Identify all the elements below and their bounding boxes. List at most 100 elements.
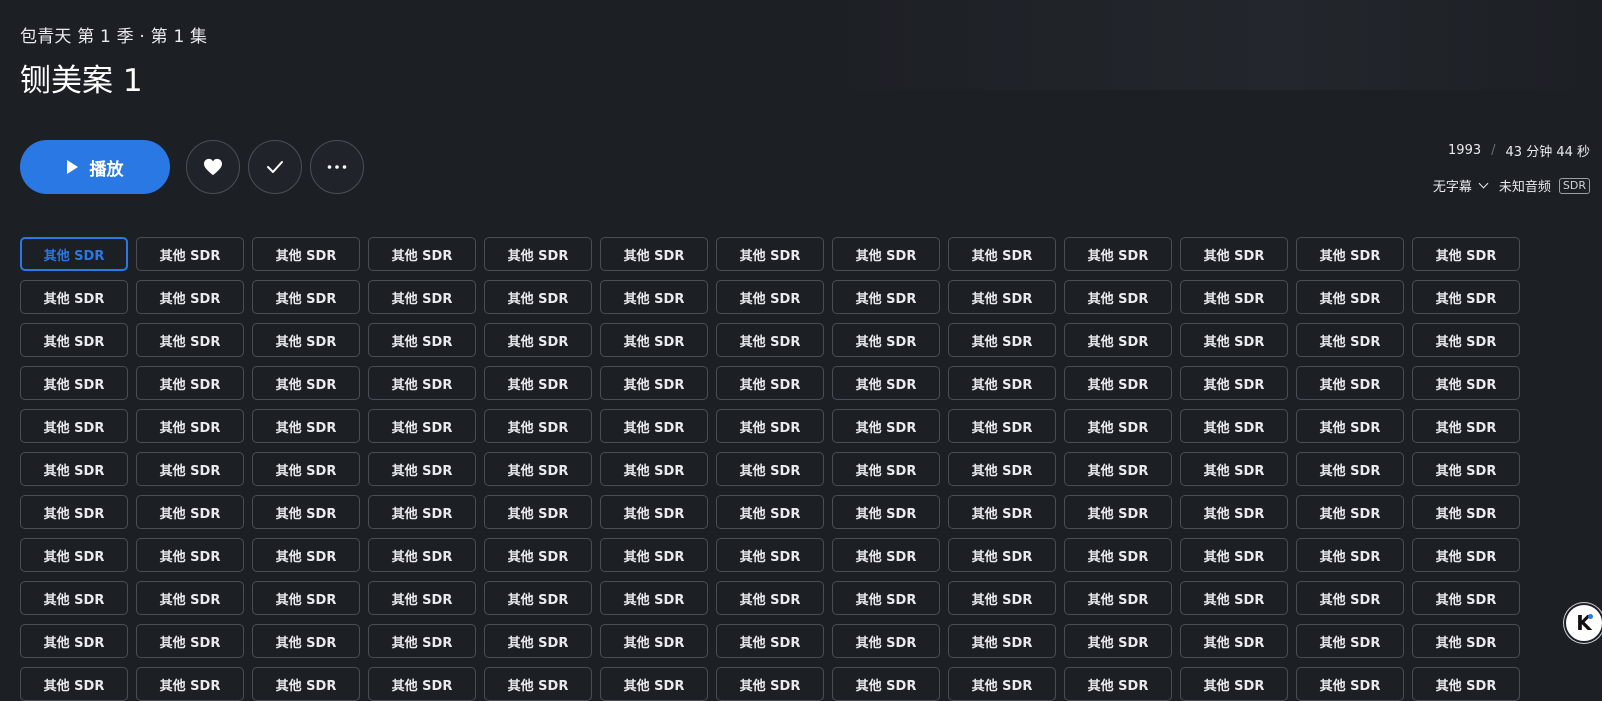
version-button[interactable]: 其他 SDR (484, 452, 592, 486)
version-button[interactable]: 其他 SDR (252, 280, 360, 314)
version-button[interactable]: 其他 SDR (716, 581, 824, 615)
version-button[interactable]: 其他 SDR (1180, 323, 1288, 357)
version-button[interactable]: 其他 SDR (136, 323, 244, 357)
version-button[interactable]: 其他 SDR (1296, 323, 1404, 357)
version-button[interactable]: 其他 SDR (832, 667, 940, 701)
version-button[interactable]: 其他 SDR (948, 452, 1056, 486)
version-button[interactable]: 其他 SDR (716, 409, 824, 443)
version-button[interactable]: 其他 SDR (600, 409, 708, 443)
version-button[interactable]: 其他 SDR (1180, 624, 1288, 658)
version-button[interactable]: 其他 SDR (600, 323, 708, 357)
more-button[interactable] (310, 140, 364, 194)
version-button[interactable]: 其他 SDR (1296, 581, 1404, 615)
version-button[interactable]: 其他 SDR (368, 538, 476, 572)
version-button[interactable]: 其他 SDR (368, 366, 476, 400)
version-button[interactable]: 其他 SDR (948, 538, 1056, 572)
version-button[interactable]: 其他 SDR (948, 667, 1056, 701)
version-button[interactable]: 其他 SDR (716, 667, 824, 701)
version-button[interactable]: 其他 SDR (832, 409, 940, 443)
version-button[interactable]: 其他 SDR (1296, 624, 1404, 658)
version-button[interactable]: 其他 SDR (368, 323, 476, 357)
version-button[interactable]: 其他 SDR (832, 452, 940, 486)
version-button[interactable]: 其他 SDR (948, 409, 1056, 443)
version-button[interactable]: 其他 SDR (136, 495, 244, 529)
version-button[interactable]: 其他 SDR (948, 280, 1056, 314)
version-button[interactable]: 其他 SDR (1064, 581, 1172, 615)
version-button[interactable]: 其他 SDR (1296, 495, 1404, 529)
version-button[interactable]: 其他 SDR (20, 237, 128, 271)
version-button[interactable]: 其他 SDR (600, 581, 708, 615)
version-button[interactable]: 其他 SDR (600, 366, 708, 400)
version-button[interactable]: 其他 SDR (252, 452, 360, 486)
version-button[interactable]: 其他 SDR (716, 280, 824, 314)
version-button[interactable]: 其他 SDR (20, 624, 128, 658)
version-button[interactable]: 其他 SDR (252, 323, 360, 357)
version-button[interactable]: 其他 SDR (1296, 237, 1404, 271)
version-button[interactable]: 其他 SDR (20, 667, 128, 701)
version-button[interactable]: 其他 SDR (368, 495, 476, 529)
version-button[interactable]: 其他 SDR (1296, 667, 1404, 701)
version-button[interactable]: 其他 SDR (136, 667, 244, 701)
version-button[interactable]: 其他 SDR (600, 538, 708, 572)
version-button[interactable]: 其他 SDR (368, 409, 476, 443)
version-button[interactable]: 其他 SDR (1180, 280, 1288, 314)
version-button[interactable]: 其他 SDR (1296, 538, 1404, 572)
version-button[interactable]: 其他 SDR (136, 624, 244, 658)
version-button[interactable]: 其他 SDR (832, 280, 940, 314)
version-button[interactable]: 其他 SDR (20, 280, 128, 314)
version-button[interactable]: 其他 SDR (1412, 237, 1520, 271)
version-button[interactable]: 其他 SDR (484, 409, 592, 443)
favorite-button[interactable] (186, 140, 240, 194)
version-button[interactable]: 其他 SDR (832, 581, 940, 615)
version-button[interactable]: 其他 SDR (484, 495, 592, 529)
version-button[interactable]: 其他 SDR (1180, 538, 1288, 572)
version-button[interactable]: 其他 SDR (1064, 495, 1172, 529)
version-button[interactable]: 其他 SDR (1412, 667, 1520, 701)
version-button[interactable]: 其他 SDR (252, 495, 360, 529)
version-button[interactable]: 其他 SDR (1412, 538, 1520, 572)
version-button[interactable]: 其他 SDR (948, 624, 1056, 658)
floating-assistant-button[interactable]: K (1564, 603, 1602, 643)
version-button[interactable]: 其他 SDR (252, 667, 360, 701)
version-button[interactable]: 其他 SDR (948, 495, 1056, 529)
version-button[interactable]: 其他 SDR (948, 323, 1056, 357)
version-button[interactable]: 其他 SDR (1064, 280, 1172, 314)
version-button[interactable]: 其他 SDR (1064, 452, 1172, 486)
version-button[interactable]: 其他 SDR (484, 538, 592, 572)
version-button[interactable]: 其他 SDR (252, 409, 360, 443)
version-button[interactable]: 其他 SDR (484, 624, 592, 658)
version-button[interactable]: 其他 SDR (1064, 538, 1172, 572)
version-button[interactable]: 其他 SDR (1180, 667, 1288, 701)
version-button[interactable]: 其他 SDR (600, 624, 708, 658)
version-button[interactable]: 其他 SDR (1064, 237, 1172, 271)
version-button[interactable]: 其他 SDR (1412, 624, 1520, 658)
version-button[interactable]: 其他 SDR (832, 323, 940, 357)
version-button[interactable]: 其他 SDR (716, 538, 824, 572)
version-button[interactable]: 其他 SDR (1064, 624, 1172, 658)
version-button[interactable]: 其他 SDR (1412, 323, 1520, 357)
version-button[interactable]: 其他 SDR (136, 452, 244, 486)
version-button[interactable]: 其他 SDR (20, 366, 128, 400)
version-button[interactable]: 其他 SDR (368, 237, 476, 271)
version-button[interactable]: 其他 SDR (1180, 237, 1288, 271)
version-button[interactable]: 其他 SDR (716, 495, 824, 529)
version-button[interactable]: 其他 SDR (832, 495, 940, 529)
version-button[interactable]: 其他 SDR (20, 409, 128, 443)
version-button[interactable]: 其他 SDR (1296, 366, 1404, 400)
version-button[interactable]: 其他 SDR (716, 323, 824, 357)
version-button[interactable]: 其他 SDR (20, 323, 128, 357)
version-button[interactable]: 其他 SDR (136, 366, 244, 400)
version-button[interactable]: 其他 SDR (368, 667, 476, 701)
version-button[interactable]: 其他 SDR (136, 409, 244, 443)
version-button[interactable]: 其他 SDR (1412, 409, 1520, 443)
version-button[interactable]: 其他 SDR (368, 452, 476, 486)
version-button[interactable]: 其他 SDR (368, 624, 476, 658)
version-button[interactable]: 其他 SDR (484, 366, 592, 400)
version-button[interactable]: 其他 SDR (1180, 409, 1288, 443)
version-button[interactable]: 其他 SDR (1180, 366, 1288, 400)
version-button[interactable]: 其他 SDR (136, 280, 244, 314)
version-button[interactable]: 其他 SDR (832, 237, 940, 271)
version-button[interactable]: 其他 SDR (252, 581, 360, 615)
version-button[interactable]: 其他 SDR (1180, 495, 1288, 529)
version-button[interactable]: 其他 SDR (600, 237, 708, 271)
